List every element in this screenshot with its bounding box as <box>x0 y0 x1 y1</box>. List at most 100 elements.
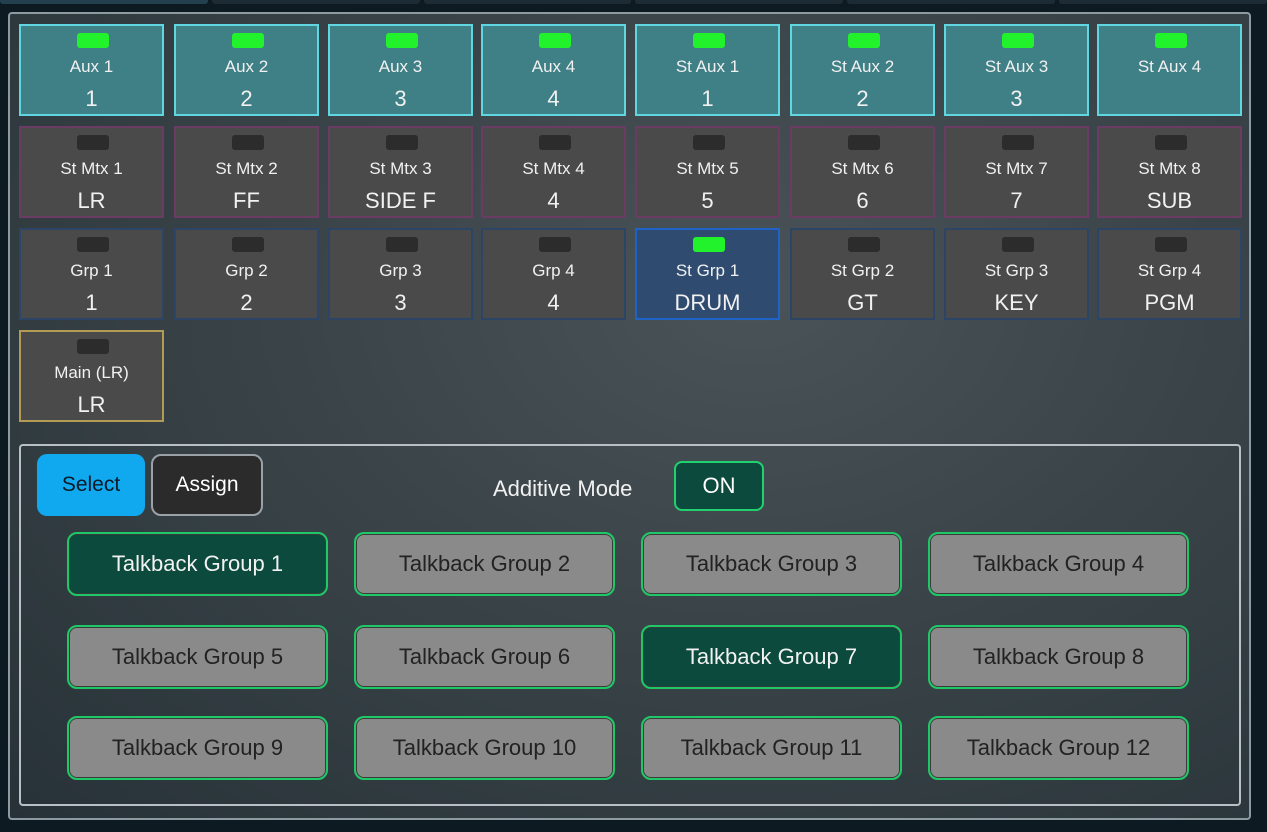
status-led <box>77 33 109 48</box>
bus-label: 3 <box>1010 86 1023 111</box>
bus-name: Aux 1 <box>69 57 114 76</box>
matrix-bus-button[interactable]: St Mtx 4 4 <box>481 126 626 218</box>
top-tab[interactable] <box>423 0 632 4</box>
bus-name: St Mtx 3 <box>369 159 432 178</box>
bus-name: Grp 3 <box>379 261 422 280</box>
bus-label: 1 <box>85 86 98 111</box>
aux-bus-button[interactable]: Aux 3 3 <box>328 24 473 116</box>
status-led <box>848 135 880 150</box>
bus-label: SUB <box>1146 188 1193 213</box>
bus-name: Grp 2 <box>225 261 268 280</box>
assign-button[interactable]: Assign <box>151 454 263 516</box>
talkback-group-button[interactable]: Talkback Group 7 <box>641 625 902 689</box>
bus-name: St Mtx 4 <box>522 159 585 178</box>
additive-mode-toggle[interactable]: ON <box>674 461 764 511</box>
aux-bus-button[interactable]: St Aux 4 <box>1097 24 1242 116</box>
status-led <box>539 33 571 48</box>
talkback-group-button[interactable]: Talkback Group 2 <box>354 532 615 596</box>
status-led <box>386 237 418 252</box>
bus-name: St Mtx 6 <box>831 159 894 178</box>
status-led <box>848 237 880 252</box>
bus-label: 4 <box>547 290 560 315</box>
talkback-group-button[interactable]: Talkback Group 6 <box>354 625 615 689</box>
top-tab[interactable] <box>0 0 208 4</box>
bus-label: 7 <box>1010 188 1023 213</box>
top-tab-strip <box>0 0 1267 6</box>
aux-bus-button[interactable]: Aux 1 1 <box>19 24 164 116</box>
bus-name: St Grp 4 <box>1137 261 1202 280</box>
group-bus-button[interactable]: St Grp 1 DRUM <box>635 228 780 320</box>
top-tab[interactable] <box>211 0 420 4</box>
aux-bus-button[interactable]: Aux 2 2 <box>174 24 319 116</box>
bus-name: St Mtx 2 <box>215 159 278 178</box>
bus-name: St Mtx 7 <box>985 159 1048 178</box>
matrix-bus-button[interactable]: St Mtx 2 FF <box>174 126 319 218</box>
talkback-group-button[interactable]: Talkback Group 1 <box>67 532 328 596</box>
talkback-group-button[interactable]: Talkback Group 3 <box>641 532 902 596</box>
status-led <box>386 33 418 48</box>
group-bus-button[interactable]: St Grp 3 KEY <box>944 228 1089 320</box>
bus-label: GT <box>847 290 878 315</box>
matrix-bus-button[interactable]: St Mtx 5 5 <box>635 126 780 218</box>
bus-label: PGM <box>1144 290 1195 315</box>
top-tab[interactable] <box>1059 0 1267 4</box>
bus-name: St Mtx 5 <box>676 159 739 178</box>
aux-bus-button[interactable]: Aux 4 4 <box>481 24 626 116</box>
status-led <box>77 135 109 150</box>
group-bus-button[interactable]: St Grp 2 GT <box>790 228 935 320</box>
status-led <box>693 33 725 48</box>
talkback-group-button[interactable]: Talkback Group 12 <box>928 716 1189 780</box>
bus-label: 4 <box>547 86 560 111</box>
matrix-bus-button[interactable]: St Mtx 1 LR <box>19 126 164 218</box>
group-bus-button[interactable]: St Grp 4 PGM <box>1097 228 1242 320</box>
status-led <box>1002 237 1034 252</box>
talkback-group-button[interactable]: Talkback Group 10 <box>354 716 615 780</box>
bus-name: Aux 2 <box>224 57 269 76</box>
status-led <box>232 237 264 252</box>
bus-label: 1 <box>701 86 714 111</box>
talkback-group-button[interactable]: Talkback Group 4 <box>928 532 1189 596</box>
aux-bus-button[interactable]: St Aux 3 3 <box>944 24 1089 116</box>
group-bus-button[interactable]: Grp 2 2 <box>174 228 319 320</box>
status-led <box>848 33 880 48</box>
bus-label: 6 <box>856 188 869 213</box>
matrix-bus-button[interactable]: St Mtx 6 6 <box>790 126 935 218</box>
status-led <box>77 339 109 354</box>
bus-label: 2 <box>240 290 253 315</box>
select-button[interactable]: Select <box>37 454 145 516</box>
bus-name: St Grp 2 <box>830 261 895 280</box>
bus-label: LR <box>77 188 106 213</box>
top-tab[interactable] <box>635 0 844 4</box>
status-led <box>693 237 725 252</box>
talkback-group-button[interactable]: Talkback Group 5 <box>67 625 328 689</box>
group-bus-button[interactable]: Grp 1 1 <box>19 228 164 320</box>
aux-bus-button[interactable]: St Aux 2 2 <box>790 24 935 116</box>
status-led <box>1155 135 1187 150</box>
aux-bus-button[interactable]: St Aux 1 1 <box>635 24 780 116</box>
matrix-bus-button[interactable]: St Mtx 7 7 <box>944 126 1089 218</box>
bus-name: Grp 4 <box>532 261 575 280</box>
matrix-bus-button[interactable]: St Mtx 8 SUB <box>1097 126 1242 218</box>
status-led <box>386 135 418 150</box>
bus-name: St Aux 4 <box>1137 57 1202 76</box>
group-bus-button[interactable]: Grp 4 4 <box>481 228 626 320</box>
talkback-group-button[interactable]: Talkback Group 8 <box>928 625 1189 689</box>
bus-name: Aux 3 <box>378 57 423 76</box>
talkback-group-button[interactable]: Talkback Group 11 <box>641 716 902 780</box>
status-led <box>77 237 109 252</box>
group-bus-button[interactable]: Grp 3 3 <box>328 228 473 320</box>
bus-name: Grp 1 <box>70 261 113 280</box>
bus-label: 3 <box>394 86 407 111</box>
bus-label: SIDE F <box>365 188 436 213</box>
bus-label: 2 <box>240 86 253 111</box>
bus-name: St Aux 3 <box>984 57 1049 76</box>
top-tab[interactable] <box>847 0 1056 4</box>
bus-label: 5 <box>701 188 714 213</box>
bus-label: 4 <box>547 188 560 213</box>
main-bus-button[interactable]: Main (LR) LR <box>19 330 164 422</box>
status-led <box>539 135 571 150</box>
bus-name: St Aux 1 <box>675 57 740 76</box>
talkback-group-button[interactable]: Talkback Group 9 <box>67 716 328 780</box>
bus-name: St Mtx 8 <box>1138 159 1201 178</box>
matrix-bus-button[interactable]: St Mtx 3 SIDE F <box>328 126 473 218</box>
